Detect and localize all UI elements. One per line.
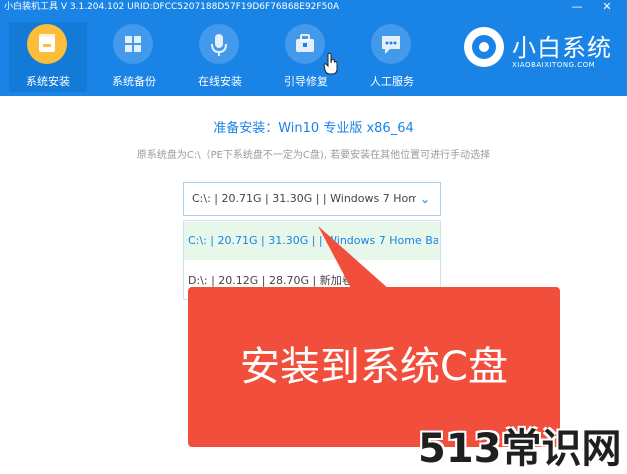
site-watermark: 513常识网 (418, 426, 622, 472)
